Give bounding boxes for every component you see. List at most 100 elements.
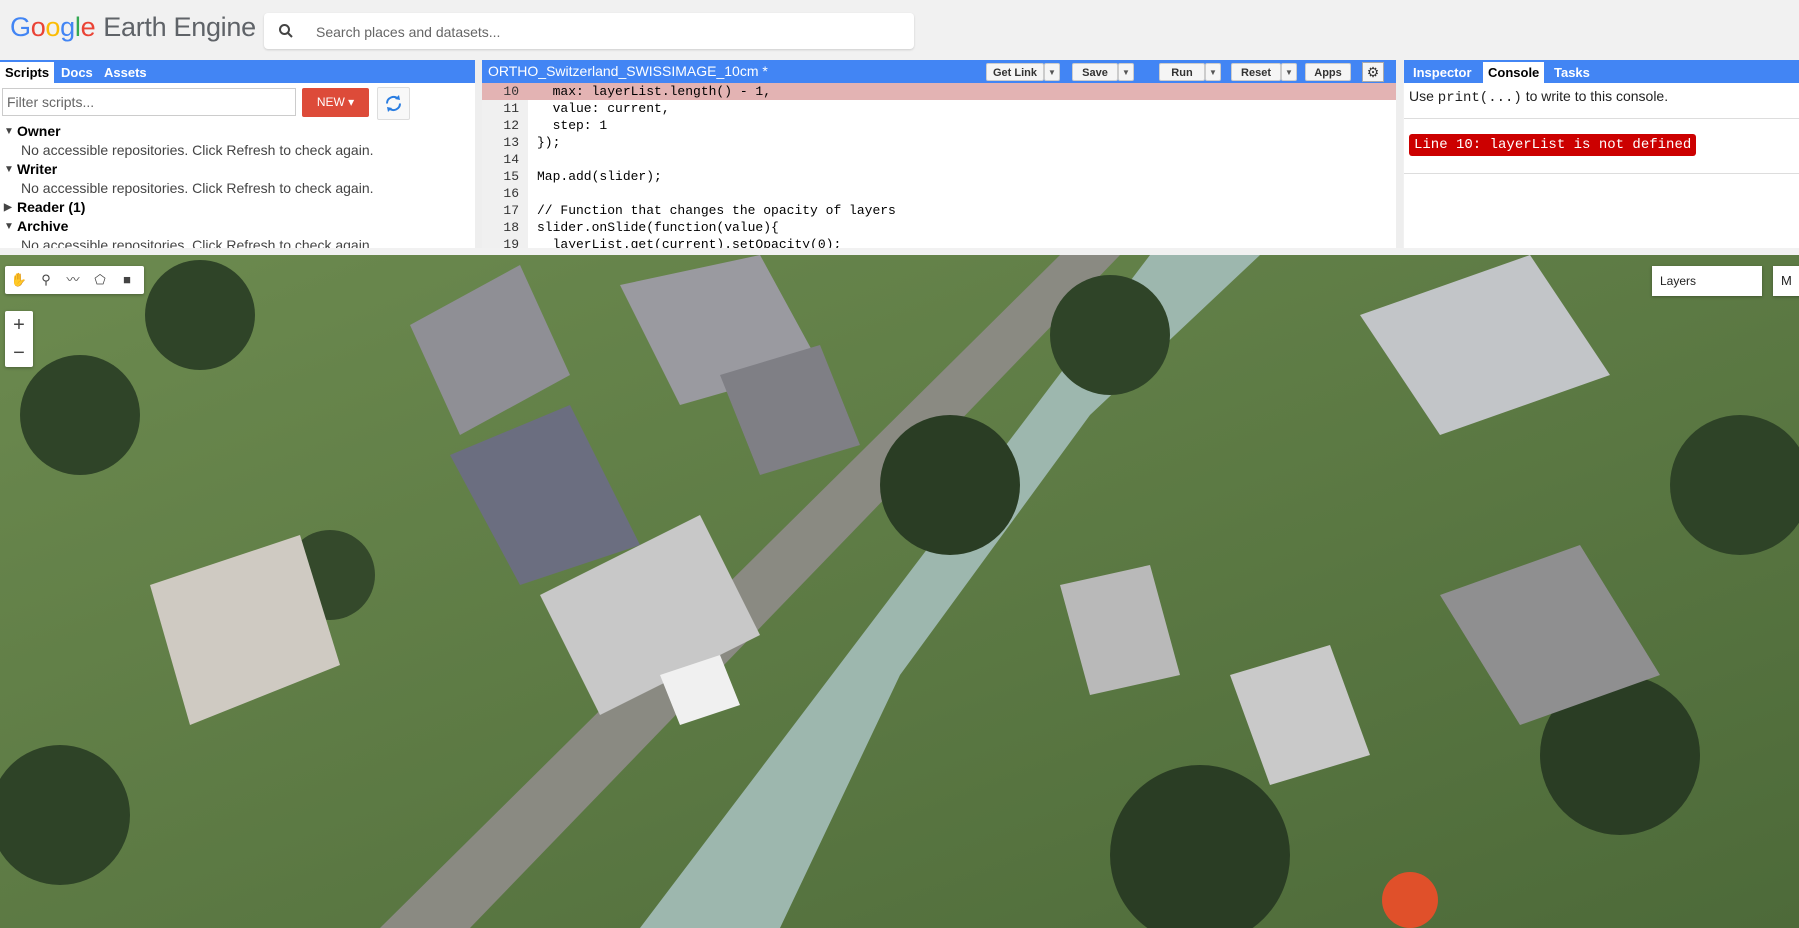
panel-divider-handle[interactable] (475, 60, 482, 248)
collapsed-triangle-icon: ▶ (4, 202, 12, 213)
tree-message: No accessible repositories. Click Refres… (21, 180, 374, 196)
search-input[interactable] (314, 20, 898, 44)
run-button[interactable]: Run (1159, 63, 1205, 81)
satellite-imagery (0, 255, 1799, 928)
code-area[interactable]: 10 max: layerList.length() - 1, 11 value… (482, 83, 1396, 248)
polygon-tool-icon[interactable]: ⬠ (91, 271, 109, 289)
zoom-control: + − (5, 311, 33, 367)
tree-label: Owner (17, 123, 61, 139)
editor-toolbar: ORTHO_Switzerland_SWISSIMAGE_10cm * Get … (482, 60, 1396, 83)
tab-docs[interactable]: Docs (56, 62, 98, 83)
code-text: }); (537, 135, 561, 150)
reset-button[interactable]: Reset (1231, 63, 1281, 81)
repository-tree: ▼ Owner No accessible repositories. Click… (0, 122, 374, 248)
app-logo[interactable]: Google Earth Engine (10, 12, 256, 43)
new-button[interactable]: NEW ▾ (302, 88, 369, 117)
top-bar: Google Earth Engine (0, 0, 1799, 60)
map-type-button[interactable]: M (1773, 266, 1799, 296)
save-dropdown[interactable]: ▼ (1118, 63, 1134, 81)
code-line[interactable]: 18 slider.onSlide(function(value){ (482, 219, 1396, 236)
layers-button[interactable]: Layers (1652, 266, 1762, 296)
code-text: layerList.get(current).setOpacity(0); (537, 237, 842, 248)
line-number: 14 (503, 152, 519, 167)
new-label: NEW (316, 95, 345, 109)
code-line[interactable]: 19 layerList.get(current).setOpacity(0); (482, 236, 1396, 248)
line-number: 17 (503, 203, 519, 218)
search-box[interactable] (264, 13, 914, 49)
right-tab-bar: Inspector Console Tasks (1404, 60, 1799, 83)
hint-code: print(...) (1437, 90, 1522, 106)
tab-scripts[interactable]: Scripts (0, 62, 55, 83)
tree-label: Writer (17, 161, 58, 177)
tree-owner[interactable]: ▼ Owner (0, 122, 374, 141)
search-icon (279, 24, 293, 38)
code-text: value: current, (537, 101, 670, 116)
code-editor-panel: ORTHO_Switzerland_SWISSIMAGE_10cm * Get … (482, 60, 1396, 248)
tab-console[interactable]: Console (1483, 62, 1545, 83)
code-line[interactable]: 17 // Function that changes the opacity o… (482, 202, 1396, 219)
expanded-triangle-icon: ▼ (4, 164, 14, 175)
line-number: 15 (503, 169, 519, 184)
scripts-panel: Scripts Docs Assets NEW ▾ ▼Owner No acce… (0, 60, 475, 248)
zoom-out-button[interactable]: − (5, 339, 33, 367)
code-text: slider.onSlide(function(value){ (537, 220, 779, 235)
caret-down-icon: ▾ (348, 95, 355, 109)
code-line[interactable]: 12 step: 1 (482, 117, 1396, 134)
get-link-button[interactable]: Get Link (986, 63, 1044, 81)
code-line-error[interactable]: 10 max: layerList.length() - 1, (482, 83, 1396, 100)
tree-reader[interactable]: ▶ Reader (1) (0, 198, 374, 217)
code-line[interactable]: 16 (482, 185, 1396, 202)
code-line[interactable]: 14 (482, 151, 1396, 168)
expanded-triangle-icon: ▼ (4, 221, 14, 232)
refresh-icon (385, 95, 402, 112)
tree-archive[interactable]: ▼ Archive (0, 217, 374, 236)
zoom-in-button[interactable]: + (5, 311, 33, 339)
line-number: 10 (503, 84, 519, 99)
divider (1404, 118, 1799, 119)
hint-text: to write to this console. (1521, 88, 1669, 104)
line-number: 12 (503, 118, 519, 133)
tab-assets[interactable]: Assets (99, 62, 152, 83)
code-line[interactable]: 15 Map.add(slider); (482, 168, 1396, 185)
script-title[interactable]: ORTHO_Switzerland_SWISSIMAGE_10cm * (488, 63, 768, 79)
tree-writer[interactable]: ▼ Writer (0, 160, 374, 179)
code-text: Map.add(slider); (537, 169, 662, 184)
line-number: 16 (503, 186, 519, 201)
hand-pan-icon[interactable]: ✋ (10, 271, 28, 289)
console-hint: Use print(...) to write to this console. (1409, 88, 1668, 106)
code-line[interactable]: 11 value: current, (482, 100, 1396, 117)
get-link-dropdown[interactable]: ▼ (1044, 63, 1060, 81)
line-tool-icon[interactable]: 〰 (64, 271, 82, 289)
code-line[interactable]: 13}); (482, 134, 1396, 151)
apps-button[interactable]: Apps (1305, 63, 1351, 81)
code-text: step: 1 (537, 118, 608, 133)
code-text: max: layerList.length() - 1, (537, 84, 772, 99)
left-tab-bar: Scripts Docs Assets (0, 60, 475, 83)
gear-icon[interactable]: ⚙ (1362, 62, 1384, 82)
line-number: 19 (503, 237, 519, 248)
tree-message: No accessible repositories. Click Refres… (21, 142, 374, 158)
marker-icon[interactable]: ⚲ (37, 271, 55, 289)
line-number: 13 (503, 135, 519, 150)
error-message[interactable]: Line 10: layerList is not defined (1409, 134, 1697, 156)
line-number: 18 (503, 220, 519, 235)
run-dropdown[interactable]: ▼ (1205, 63, 1221, 81)
filter-scripts-input[interactable] (2, 88, 296, 116)
map-view[interactable]: ✋ ⚲ 〰 ⬠ ■ + − Layers M (0, 255, 1799, 928)
reset-dropdown[interactable]: ▼ (1281, 63, 1297, 81)
console-panel: Inspector Console Tasks Use print(...) t… (1404, 60, 1799, 248)
tree-label: Archive (17, 218, 69, 234)
refresh-button[interactable] (377, 87, 410, 120)
divider (1404, 173, 1799, 174)
tree-message: No accessible repositories. Click Refres… (21, 237, 374, 248)
save-button[interactable]: Save (1072, 63, 1118, 81)
tree-label: Reader (1) (17, 199, 86, 215)
tab-tasks[interactable]: Tasks (1549, 62, 1595, 83)
panel-divider-handle[interactable] (1396, 60, 1403, 248)
hint-text: Use (1409, 88, 1438, 104)
line-number: 11 (503, 101, 519, 116)
drawing-tools: ✋ ⚲ 〰 ⬠ ■ (5, 266, 144, 294)
tab-inspector[interactable]: Inspector (1408, 62, 1477, 83)
rectangle-tool-icon[interactable]: ■ (118, 271, 136, 289)
expanded-triangle-icon: ▼ (4, 126, 14, 137)
